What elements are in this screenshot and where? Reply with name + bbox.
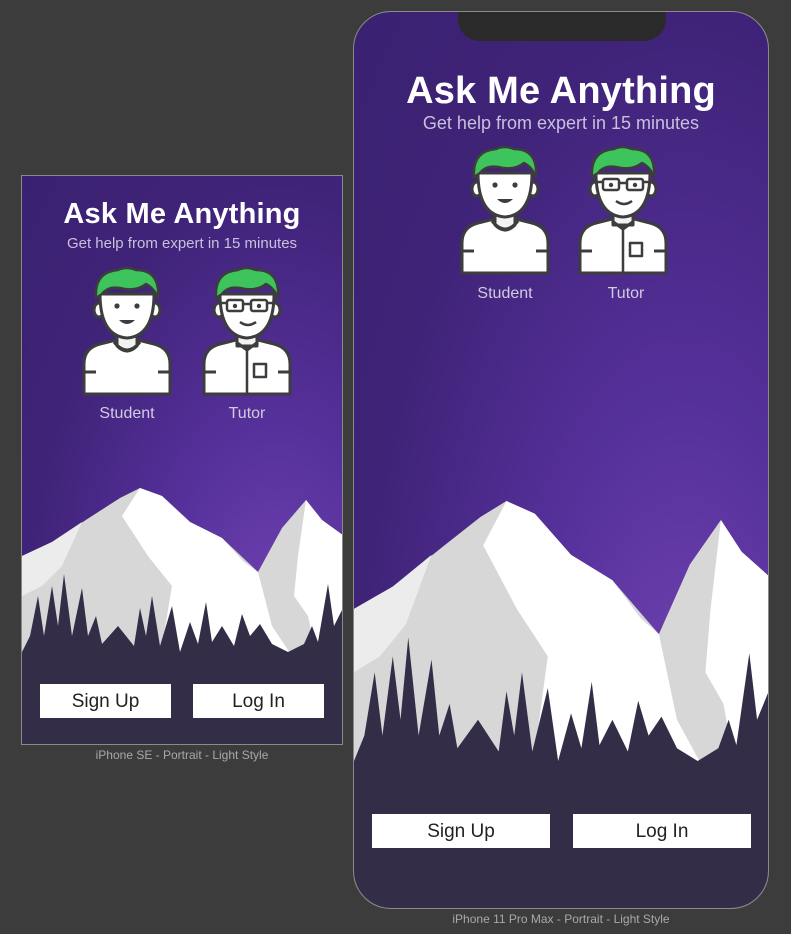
log-in-button[interactable]: Log In [573,814,751,848]
student-label[interactable]: Student [455,285,555,303]
sign-up-button[interactable]: Sign Up [372,814,550,848]
app-subtitle: Get help from expert in 15 minutes [66,235,298,252]
app-title: Ask Me Anything [406,70,716,112]
student-avatar-icon[interactable] [458,142,552,276]
app-title: Ask Me Anything [63,198,301,230]
student-label[interactable]: Student [77,405,177,423]
tutor-label[interactable]: Tutor [576,285,676,303]
student-avatar-icon[interactable] [80,264,174,396]
artboard-caption-se: iPhone SE - Portrait - Light Style [95,748,269,762]
tutor-label[interactable]: Tutor [197,405,297,423]
artboard-caption-max: iPhone 11 Pro Max - Portrait - Light Sty… [452,912,670,926]
tutor-avatar-icon[interactable] [576,142,670,276]
iphone-11-pro-max-artboard: Ask Me Anything Get help from expert in … [353,11,769,909]
app-subtitle: Get help from expert in 15 minutes [422,113,700,133]
tutor-avatar-icon[interactable] [200,264,294,396]
iphone-se-artboard: Ask Me Anything Get help from expert in … [21,175,343,745]
sign-up-button[interactable]: Sign Up [40,684,171,718]
device-notch [458,12,666,41]
log-in-button[interactable]: Log In [193,684,324,718]
